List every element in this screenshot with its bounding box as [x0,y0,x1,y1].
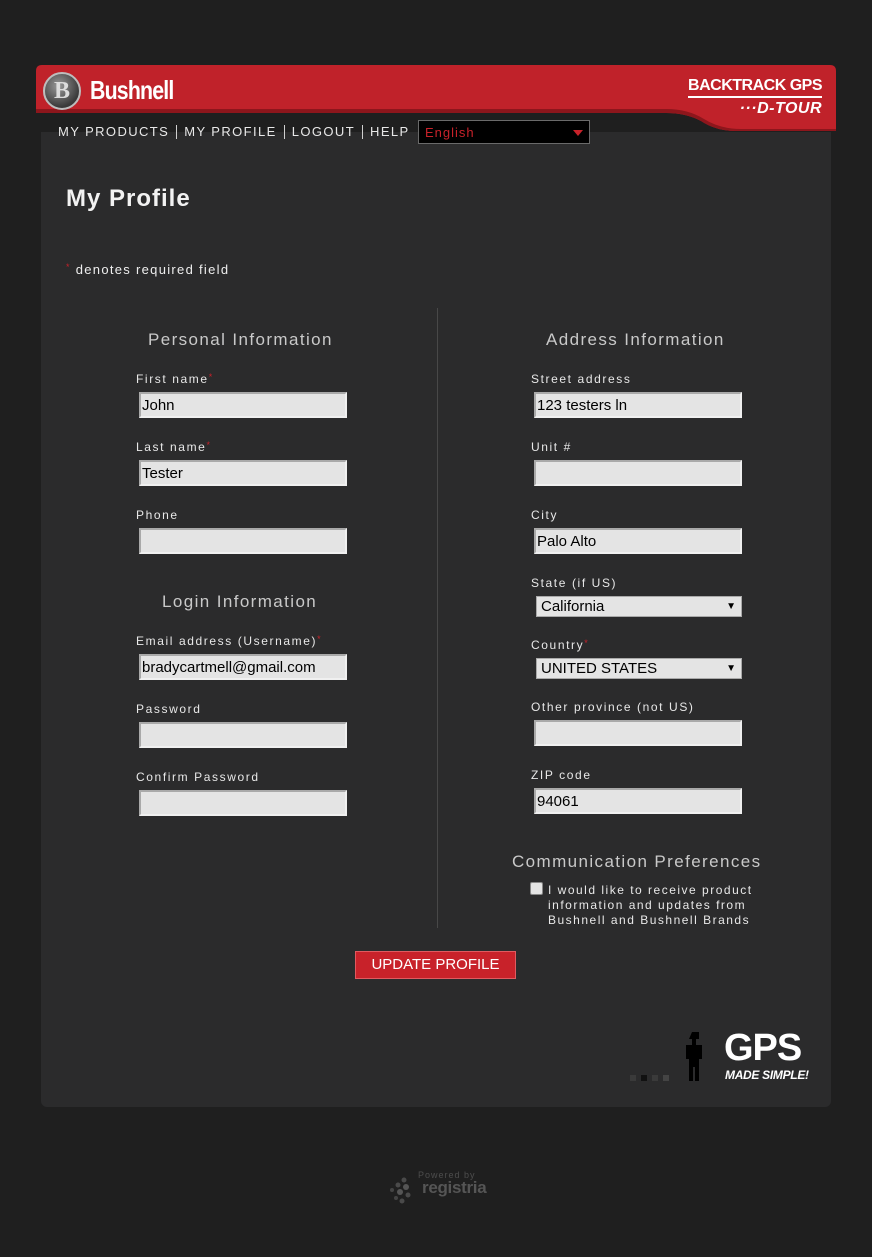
powered-by-registria[interactable]: Powered by registria [388,1170,488,1206]
required-marker: * [317,634,323,644]
required-note-text: denotes required field [75,262,230,277]
column-divider [437,308,438,928]
country-select[interactable]: UNITED STATES ▼ [536,658,742,679]
gps-logo-word: GPS [724,1027,802,1069]
state-value: California [541,598,605,615]
registria-logo-icon [390,1177,411,1204]
dropdown-arrow-icon: ▼ [726,663,736,674]
update-profile-button[interactable]: UPDATE PROFILE [355,951,516,979]
brand-line-dtour: ···D-TOUR [739,100,822,117]
language-select[interactable]: English [418,120,590,144]
required-marker: * [584,638,590,648]
zip-field[interactable] [534,788,742,814]
bushnell-logo-text[interactable]: Bushnell [90,75,174,106]
email-label: Email address (Username)* [136,634,322,648]
nav-logout[interactable]: LOGOUT [285,125,364,139]
bushnell-logo-icon[interactable]: B [43,72,81,110]
required-marker: * [208,372,214,382]
password-label: Password [136,702,202,716]
marketing-optin-checkbox[interactable] [530,882,543,895]
personal-info-title: Personal Information [148,330,333,349]
email-field[interactable] [139,654,347,680]
street-label: Street address [531,372,632,386]
login-info-title: Login Information [162,592,318,611]
communication-prefs-title: Communication Preferences [512,852,762,871]
required-marker: * [66,262,71,272]
gps-logo-tagline: MADE SIMPLE! [725,1068,809,1082]
page-title: My Profile [66,185,191,212]
required-marker: * [206,440,212,450]
street-field[interactable] [534,392,742,418]
top-nav: MY PRODUCTS MY PROFILE LOGOUT HELP [58,122,417,142]
phone-label: Phone [136,508,179,522]
city-field[interactable] [534,528,742,554]
confirm-password-field[interactable] [139,790,347,816]
marketing-optin-label: I would like to receive product informat… [548,883,753,927]
required-note: * denotes required field [66,262,229,277]
first-name-field[interactable] [139,392,347,418]
zip-label: ZIP code [531,768,592,782]
country-label-text: Country [531,638,585,652]
dropdown-arrow-icon: ▼ [726,601,736,612]
country-label: Country* [531,638,589,652]
city-label: City [531,508,559,522]
last-name-label: Last name* [136,440,212,454]
unit-field[interactable] [534,460,742,486]
language-value: English [425,125,475,140]
phone-field[interactable] [139,528,347,554]
last-name-field[interactable] [139,460,347,486]
registria-name: registria [422,1178,487,1197]
product-brand: BACKTRACK GPS ···D-TOUR [688,77,822,118]
unit-label: Unit # [531,440,572,454]
nav-my-profile[interactable]: MY PROFILE [177,125,285,139]
email-label-text: Email address (Username) [136,634,318,648]
country-value: UNITED STATES [541,660,658,677]
address-info-title: Address Information [546,330,725,349]
state-select[interactable]: California ▼ [536,596,742,617]
confirm-password-label: Confirm Password [136,770,260,784]
last-name-label-text: Last name [136,440,207,454]
province-field[interactable] [534,720,742,746]
province-label: Other province (not US) [531,700,695,714]
nav-help[interactable]: HELP [363,125,417,139]
state-label: State (if US) [531,576,618,590]
password-field[interactable] [139,722,347,748]
first-name-label-text: First name [136,372,209,386]
brand-line-backtrack: BACKTRACK GPS [688,77,822,98]
nav-my-products[interactable]: MY PRODUCTS [58,125,178,139]
chevron-down-icon [573,130,583,136]
first-name-label: First name* [136,372,214,386]
